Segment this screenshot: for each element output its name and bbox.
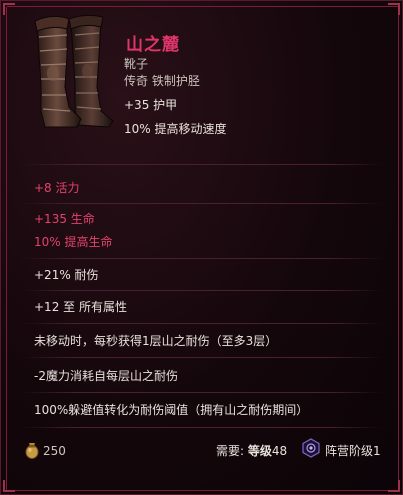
frame-corner-br [388,480,400,492]
affix-divider-4 [21,323,384,324]
implicit-move-speed: 10% 提高移动速度 [124,122,227,136]
affix-all-attributes: +12 至 所有属性 [34,300,127,314]
item-base-type: 传奇 铁制护胫 [124,74,200,88]
affix-endurance: +21% 耐伤 [34,268,99,282]
frame-right-line [398,7,399,490]
requirement-level: 48 [271,444,288,458]
affix-divider-5 [21,357,384,358]
affix-unique-3: 100%躲避值转化为耐伤阈值（拥有山之耐伤期间） [34,403,309,417]
requirement-prefix: 需要: [216,444,245,458]
affix-vitality: +8 活力 [34,181,80,195]
gold-pouch-icon [25,443,39,459]
header-divider [21,164,384,165]
requirement-word: 等级 [247,444,272,458]
frame-corner-bl [3,480,15,492]
affix-divider-2 [21,258,384,259]
frame-top-line [7,6,398,7]
gold-value: 250 [43,444,66,458]
footer-divider [21,427,384,428]
frame-bottom-line [7,490,398,491]
faction-emblem-icon [302,438,320,458]
boots-item-icon [34,15,114,128]
frame-corner-tr [388,3,400,15]
affix-health-pct: 10% 提高生命 [34,235,113,249]
faction-rank: 阵营阶级1 [325,444,381,458]
implicit-armor: +35 护甲 [124,98,178,112]
level-requirement: 需要: 等级48 [216,442,287,459]
affix-unique-2: -2魔力消耗自每层山之耐伤 [34,369,178,383]
frame-corner-tl [3,3,15,15]
item-name: 山之麓 [126,35,180,55]
frame-left-line [6,7,7,490]
item-slot-type: 靴子 [124,57,149,71]
affix-divider-6 [21,392,384,393]
affix-divider-3 [21,290,384,291]
affix-health: +135 生命 [34,212,95,226]
item-tooltip: 山之麓 靴子 传奇 铁制护胫 +35 护甲 10% 提高移动速度 +8 活力 +… [0,0,403,495]
affix-divider-1 [21,203,384,204]
affix-unique-1: 未移动时，每秒获得1层山之耐伤（至多3层） [34,334,278,348]
